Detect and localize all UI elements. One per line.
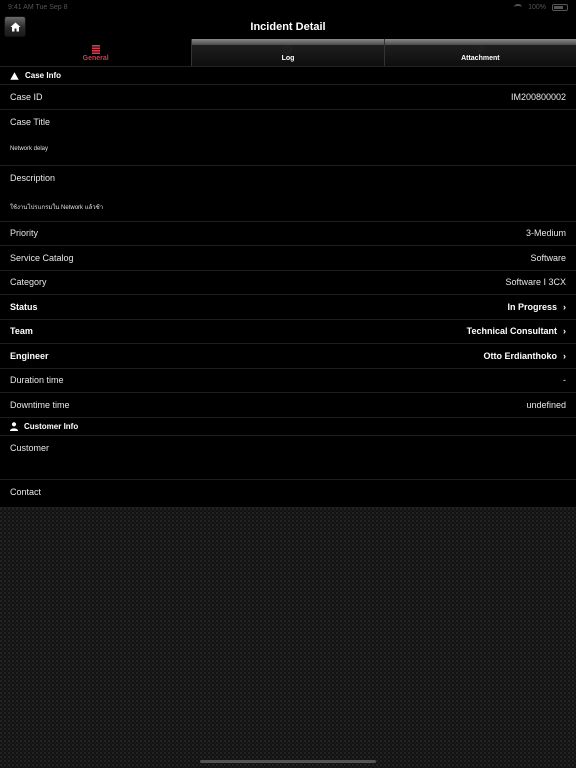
home-icon [10, 22, 20, 31]
description-value: ใช้งานโปรแกรมใน Network แล้วช้า [10, 204, 104, 211]
user-icon [10, 421, 18, 431]
team-label: Team [10, 326, 33, 337]
page-title: Incident Detail [250, 20, 326, 33]
team-row[interactable]: Team Technical Consultant › [0, 319, 576, 344]
tab-general-label: General [82, 55, 109, 62]
engineer-row[interactable]: Engineer Otto Erdianthoko › [0, 344, 576, 369]
status-row[interactable]: Status In Progress › [0, 295, 576, 320]
category-row: Category Software I 3CX [0, 270, 576, 295]
tab-attachment[interactable]: Attachment [383, 39, 576, 66]
duration-time-label: Duration time [10, 375, 64, 386]
engineer-value: Otto Erdianthoko [483, 350, 558, 361]
case-title-block: Case Title Network delay [0, 109, 576, 166]
chevron-right-icon: › [563, 326, 566, 337]
description-block: Description ใช้งานโปรแกรมใน Network แล้ว… [0, 165, 576, 222]
clock-icon [283, 45, 293, 54]
home-button[interactable] [4, 16, 26, 37]
customer-label: Customer [10, 442, 50, 453]
service-catalog-label: Service Catalog [10, 252, 74, 263]
service-catalog-value: Software [530, 252, 566, 263]
engineer-value-wrap: Otto Erdianthoko › [484, 351, 567, 361]
customer-info-title: Customer Info [24, 421, 79, 431]
wifi-icon [514, 4, 523, 10]
chevron-right-icon: › [563, 350, 566, 361]
service-catalog-row: Service Catalog Software [0, 246, 576, 271]
tab-attachment-label: Attachment [461, 55, 500, 62]
customer-block: Customer [0, 435, 576, 480]
case-id-row: Case ID IM200800002 [0, 85, 576, 110]
paperclip-icon [477, 45, 485, 53]
navbar: Incident Detail [0, 14, 576, 39]
tab-bar: General Log Attachment [0, 39, 576, 67]
tab-general[interactable]: General [0, 39, 192, 66]
incident-detail-screen: 9:41 AM Tue Sep 8 100% Incident Detail G… [0, 0, 576, 768]
case-info-title: Case Info [25, 71, 62, 80]
status-indicators: 100% [514, 3, 568, 11]
status-bar: 9:41 AM Tue Sep 8 100% [0, 0, 576, 14]
duration-time-row: Duration time - [0, 368, 576, 393]
case-id-value: IM200800002 [510, 91, 566, 102]
status-time: 9:41 AM Tue Sep 8 [8, 3, 68, 11]
downtime-time-row: Downtime time undefined [0, 393, 576, 418]
case-info-header: Case Info [0, 67, 576, 85]
team-value: Technical Consultant [466, 326, 557, 337]
case-title-label: Case Title [10, 116, 51, 127]
status-value: In Progress [507, 301, 557, 312]
duration-time-value: - [563, 375, 566, 386]
case-title-value: Network delay [10, 145, 49, 152]
list-icon [91, 45, 100, 54]
battery-percent: 100% [528, 3, 546, 11]
tab-log-label: Log [281, 55, 295, 62]
downtime-time-label: Downtime time [10, 399, 70, 410]
case-id-label: Case ID [10, 91, 43, 102]
chevron-right-icon: › [563, 301, 566, 312]
engineer-label: Engineer [10, 350, 49, 361]
category-value: Software I 3CX [505, 277, 566, 288]
priority-value: 3-Medium [525, 228, 566, 239]
contact-label: Contact [10, 486, 42, 497]
tab-log[interactable]: Log [191, 39, 384, 66]
downtime-time-value: undefined [526, 399, 566, 410]
home-indicator[interactable] [200, 760, 376, 763]
battery-icon [552, 3, 568, 11]
team-value-wrap: Technical Consultant › [467, 326, 566, 336]
status-value-wrap: In Progress › [507, 302, 566, 312]
warning-icon [10, 71, 19, 80]
description-label: Description [10, 172, 56, 183]
category-label: Category [10, 277, 47, 288]
priority-row: Priority 3-Medium [0, 221, 576, 246]
status-label: Status [10, 301, 38, 312]
customer-info-header: Customer Info [0, 417, 576, 436]
priority-label: Priority [10, 228, 39, 239]
contact-block: Contact [0, 479, 576, 508]
